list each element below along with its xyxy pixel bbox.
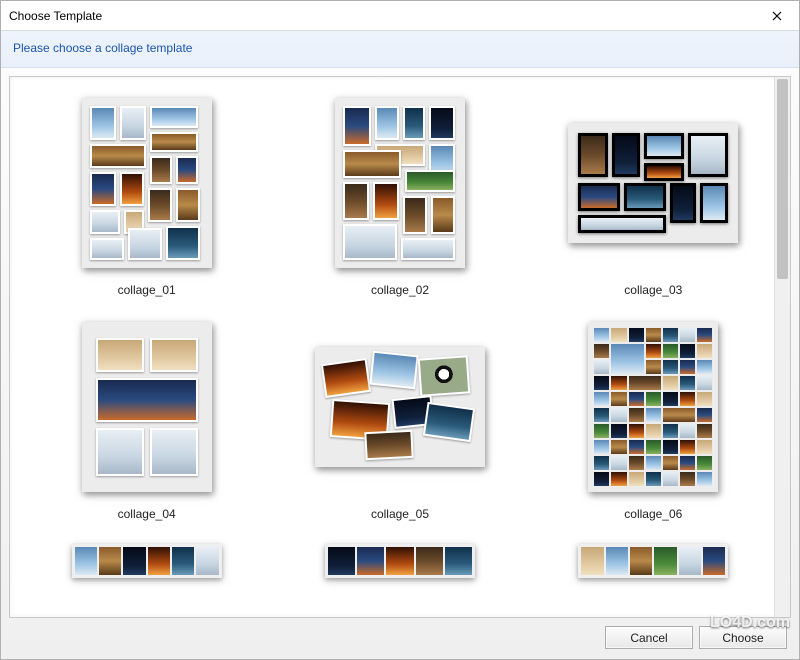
dialog-button-row: Cancel Choose bbox=[9, 618, 791, 651]
cancel-button[interactable]: Cancel bbox=[605, 626, 693, 649]
template-item[interactable]: collage_07 bbox=[30, 531, 263, 581]
template-thumbnail bbox=[62, 317, 232, 497]
choose-button-label: Choose bbox=[722, 631, 763, 645]
template-item[interactable]: collage_09 bbox=[537, 531, 770, 581]
template-thumbnail bbox=[568, 541, 738, 581]
gallery-scrollbar[interactable] bbox=[774, 77, 790, 617]
template-item[interactable]: collage_04 bbox=[30, 307, 263, 521]
template-label: collage_06 bbox=[624, 507, 682, 521]
template-item[interactable]: collage_08 bbox=[283, 531, 516, 581]
template-thumbnail bbox=[568, 93, 738, 273]
instruction-bar: Please choose a collage template bbox=[1, 31, 799, 68]
gallery-viewport: collage_01 bbox=[10, 77, 774, 617]
cancel-button-label: Cancel bbox=[630, 631, 667, 645]
template-label: collage_05 bbox=[371, 507, 429, 521]
template-thumbnail bbox=[315, 541, 485, 581]
close-button[interactable] bbox=[754, 1, 799, 31]
mosaic-canvas bbox=[588, 322, 718, 492]
template-label: collage_02 bbox=[371, 283, 429, 297]
template-thumbnail bbox=[315, 93, 485, 273]
dialog-window: Choose Template Please choose a collage … bbox=[0, 0, 800, 660]
template-label: collage_04 bbox=[118, 507, 176, 521]
template-thumbnail bbox=[62, 93, 232, 273]
template-item[interactable]: collage_06 bbox=[537, 307, 770, 521]
title-bar: Choose Template bbox=[1, 1, 799, 31]
template-gallery: collage_01 bbox=[9, 76, 791, 618]
template-item[interactable]: collage_03 bbox=[537, 83, 770, 297]
close-icon bbox=[772, 11, 782, 21]
template-grid: collage_01 bbox=[30, 83, 770, 581]
template-label: collage_03 bbox=[624, 283, 682, 297]
scrollbar-thumb[interactable] bbox=[777, 79, 788, 279]
template-label: collage_01 bbox=[118, 283, 176, 297]
template-thumbnail bbox=[315, 317, 485, 497]
template-thumbnail bbox=[62, 541, 232, 581]
template-item[interactable]: collage_02 bbox=[283, 83, 516, 297]
dialog-body: collage_01 bbox=[1, 68, 799, 659]
template-thumbnail bbox=[568, 317, 738, 497]
template-item[interactable]: collage_01 bbox=[30, 83, 263, 297]
window-title: Choose Template bbox=[9, 9, 102, 23]
choose-button[interactable]: Choose bbox=[699, 626, 787, 649]
instruction-text: Please choose a collage template bbox=[13, 41, 192, 55]
template-item[interactable]: collage_05 bbox=[283, 307, 516, 521]
